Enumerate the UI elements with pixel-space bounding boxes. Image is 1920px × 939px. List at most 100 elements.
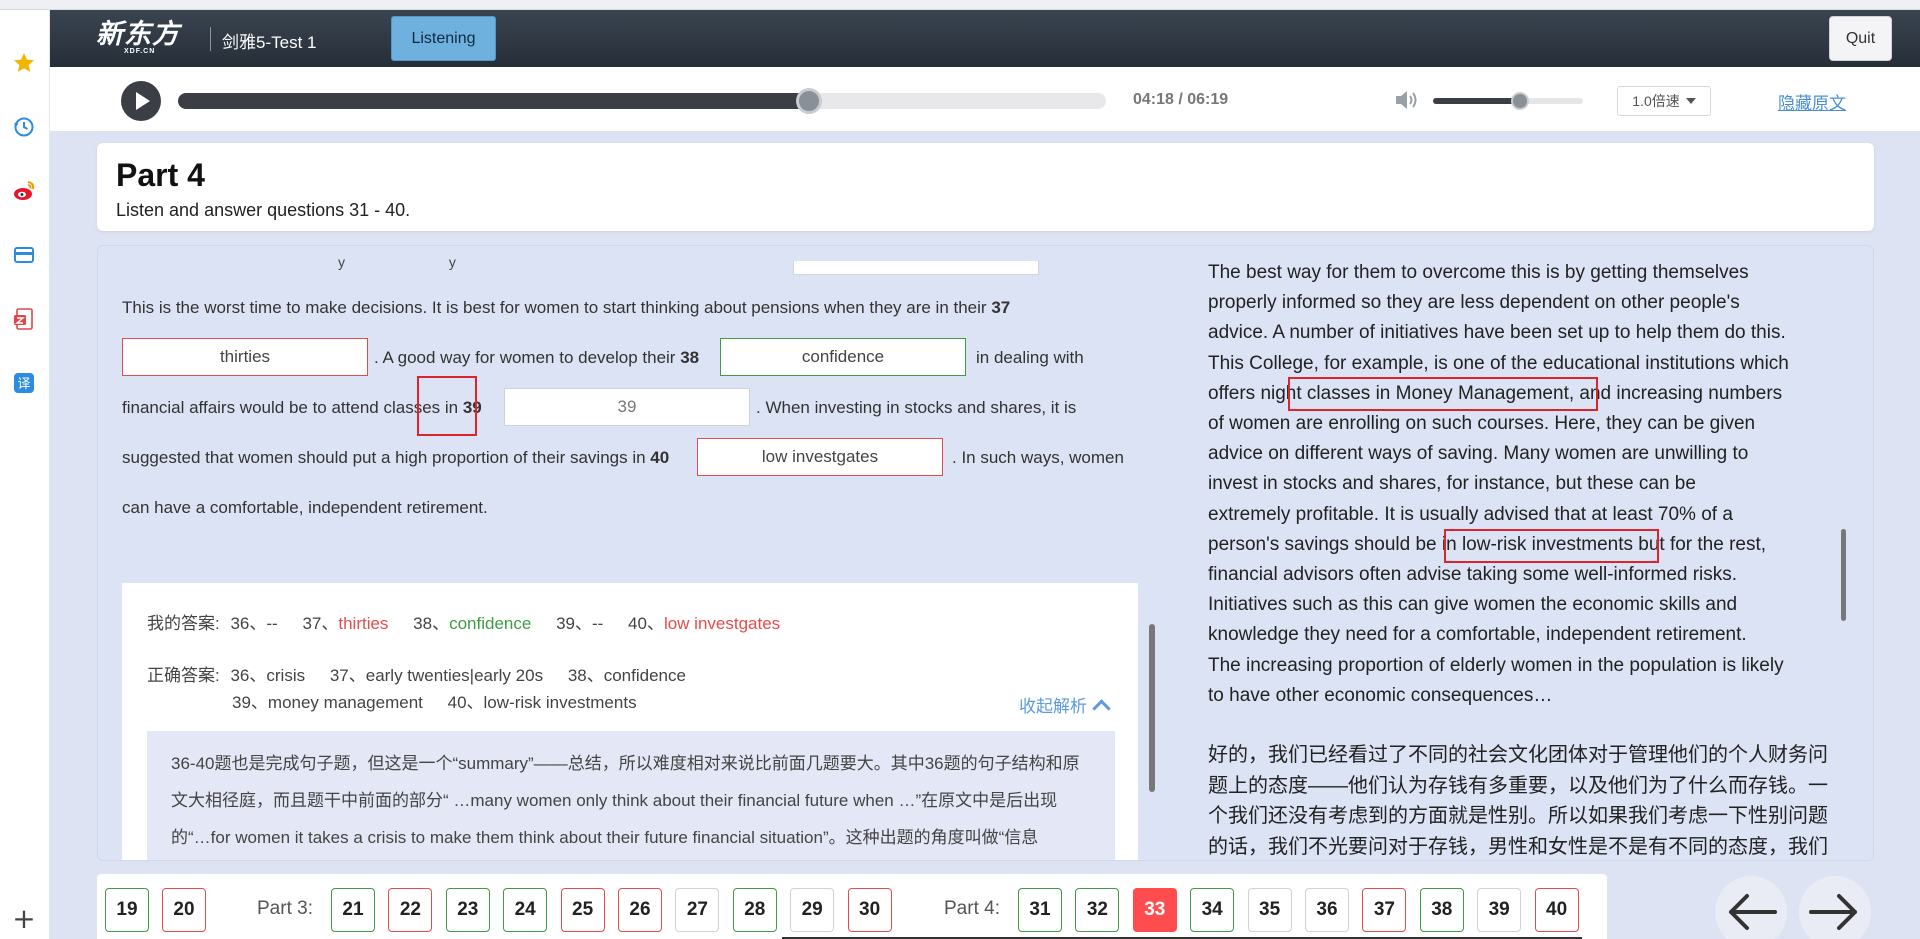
- correct-answers-row-2: 39、money management 40、low-risk investme…: [232, 688, 657, 713]
- previous-answer-box: [793, 261, 1039, 275]
- content-panel: y y This is the worst time to make decis…: [97, 245, 1874, 861]
- answer-38-field[interactable]: confidence: [720, 338, 966, 376]
- answer-analysis: 我的答案: 36、-- 37、thirties 38、confidence 39…: [122, 583, 1138, 860]
- question-text: suggested that women should put a high p…: [122, 448, 670, 467]
- transcript-line: The increasing proportion of elderly wom…: [1208, 654, 1784, 676]
- question-20-button[interactable]: 20: [162, 888, 206, 932]
- correct-answer-38: 38、confidence: [567, 666, 686, 685]
- question-25-button[interactable]: 25: [560, 888, 605, 932]
- hide-transcript-link[interactable]: 隐藏原文: [1778, 89, 1846, 114]
- question-26-button[interactable]: 26: [618, 888, 662, 932]
- part-header: Part 4 Listen and answer questions 31 - …: [97, 143, 1874, 231]
- cut-off-text: y y: [338, 254, 506, 270]
- play-button[interactable]: [121, 81, 161, 121]
- my-answer-37: 37、thirties: [302, 614, 389, 633]
- question-scrollbar[interactable]: [1149, 624, 1155, 792]
- question-text: . A good way for women to develop their …: [374, 348, 700, 367]
- volume-icon[interactable]: [1393, 88, 1419, 112]
- transcript-english: The best way for them to overcome this i…: [1208, 258, 1848, 711]
- question-text: can have a comfortable, independent reti…: [122, 498, 488, 517]
- part-title: Part 4: [116, 157, 205, 193]
- xdf-logo-sub: XDF.CN: [124, 48, 156, 55]
- history-icon[interactable]: [11, 114, 37, 140]
- add-icon[interactable]: +: [10, 905, 38, 933]
- question-36-button[interactable]: 36: [1305, 888, 1349, 932]
- app-header: 新东方 XDF.CN 剑雅5-Test 1 Listening Quit: [50, 10, 1920, 67]
- pdf-icon[interactable]: [11, 306, 37, 332]
- my-answer-40: 40、low investgates: [628, 614, 781, 633]
- transcript-scrollbar[interactable]: [1841, 529, 1846, 621]
- part3-label: Part 3:: [257, 898, 313, 919]
- transcript-line: advice on different ways of saving. Many…: [1208, 443, 1749, 465]
- card-icon[interactable]: [11, 242, 37, 268]
- question-28-button[interactable]: 28: [732, 888, 777, 932]
- transcript-line: properly informed so they are less depen…: [1208, 292, 1740, 314]
- highlight-money-management: [1288, 377, 1598, 411]
- transcript-line: invest in stocks and shares, for instanc…: [1208, 473, 1696, 495]
- question-37-button[interactable]: 37: [1362, 888, 1407, 932]
- question-text: . In such ways, women: [952, 448, 1124, 467]
- quit-button[interactable]: Quit: [1829, 16, 1892, 61]
- volume-fill: [1433, 98, 1520, 104]
- correct-answers-label: 正确答案:: [147, 666, 220, 685]
- question-29-button[interactable]: 29: [790, 888, 835, 932]
- question-19-button[interactable]: 19: [105, 888, 149, 932]
- correct-answer-37: 37、early twenties|early 20s: [329, 666, 544, 685]
- question-33-button[interactable]: 33: [1132, 888, 1177, 932]
- question-text: in dealing with: [976, 348, 1084, 367]
- question-21-button[interactable]: 21: [331, 888, 375, 932]
- transcript-line: extremely profitable. It is usually advi…: [1208, 503, 1733, 525]
- question-30-button[interactable]: 30: [847, 888, 892, 932]
- next-question-button[interactable]: [1799, 876, 1871, 939]
- question-32-button[interactable]: 32: [1075, 888, 1120, 932]
- question-40-button[interactable]: 40: [1534, 888, 1579, 932]
- audio-player: 04:18 / 06:19 1.0倍速 隐藏原文: [50, 67, 1920, 131]
- transcript-line: 的话，我们不光要问对于存钱，男性和女性是不是有不同的态度，我们: [1208, 835, 1828, 858]
- question-27-button[interactable]: 27: [675, 888, 720, 932]
- explanation-box: 36-40题也是完成句子题，但这是一个“summary”——总结，所以难度相对来…: [147, 731, 1115, 860]
- transcript-line: advice. A number of initiatives have bee…: [1208, 322, 1786, 344]
- audio-time: 04:18 / 06:19: [1133, 91, 1229, 108]
- left-toolbar: 译 +: [0, 10, 50, 939]
- previous-question-button[interactable]: [1715, 876, 1787, 939]
- question-area: y y This is the worst time to make decis…: [98, 246, 1148, 860]
- audio-progress-bar[interactable]: [178, 88, 1106, 114]
- svg-text:译: 译: [17, 377, 30, 392]
- answer-39-field[interactable]: 39: [504, 388, 750, 426]
- question-38-button[interactable]: 38: [1419, 888, 1464, 932]
- question-23-button[interactable]: 23: [445, 888, 490, 932]
- question-31-button[interactable]: 31: [1018, 888, 1062, 932]
- translate-icon[interactable]: 译: [11, 370, 37, 396]
- explanation-text: 36-40题也是完成句子题，但这是一个“summary”——总结，所以难度相对来…: [171, 754, 1080, 847]
- collapse-analysis-button[interactable]: 收起解析: [1019, 692, 1108, 717]
- speed-select[interactable]: 1.0倍速: [1617, 86, 1711, 116]
- transcript-line: The best way for them to overcome this i…: [1208, 262, 1749, 283]
- audio-progress-handle[interactable]: [796, 88, 823, 114]
- listening-button[interactable]: Listening: [391, 16, 496, 61]
- transcript-line: 题上的态度——他们认为存钱有多重要，以及他们为了什么而存钱。一: [1208, 774, 1828, 797]
- transcript-chinese: 好的，我们已经看过了不同的社会文化团体对于管理他们的个人财务问 题上的态度——他…: [1208, 740, 1848, 860]
- part4-label: Part 4:: [944, 898, 1000, 919]
- transcript-line: of women are enrolling on such courses. …: [1208, 413, 1756, 435]
- my-answers-row: 我的答案: 36、-- 37、thirties 38、confidence 39…: [147, 609, 800, 634]
- question-24-button[interactable]: 24: [503, 888, 548, 932]
- transcript-line: 好的，我们已经看过了不同的社会文化团体对于管理他们的个人财务问: [1208, 744, 1828, 766]
- test-title: 剑雅5-Test 1: [222, 33, 317, 52]
- weibo-icon[interactable]: [11, 178, 37, 204]
- answer-40-field[interactable]: low investgates: [697, 438, 943, 476]
- star-icon[interactable]: [11, 50, 37, 76]
- my-answer-36: 36、--: [230, 614, 278, 633]
- answer-37-field[interactable]: thirties: [122, 338, 368, 376]
- transcript-panel: The best way for them to overcome this i…: [1208, 246, 1848, 860]
- question-34-button[interactable]: 34: [1190, 888, 1235, 932]
- question-navigator: 19 20 Part 3: 21 22 23 24 25 26 27 28 29 30 Part …: [97, 874, 1607, 939]
- my-answers-label: 我的答案:: [147, 614, 220, 633]
- volume-handle[interactable]: [1511, 92, 1529, 110]
- volume-slider[interactable]: [1433, 92, 1583, 110]
- question-35-button[interactable]: 35: [1247, 888, 1292, 932]
- question-22-button[interactable]: 22: [388, 888, 433, 932]
- correct-answers-row: 正确答案: 36、crisis 37、early twenties|early …: [147, 661, 706, 686]
- highlight-low-risk-investments: [1444, 529, 1659, 563]
- highlight-box: [417, 376, 477, 436]
- question-39-button[interactable]: 39: [1477, 888, 1522, 932]
